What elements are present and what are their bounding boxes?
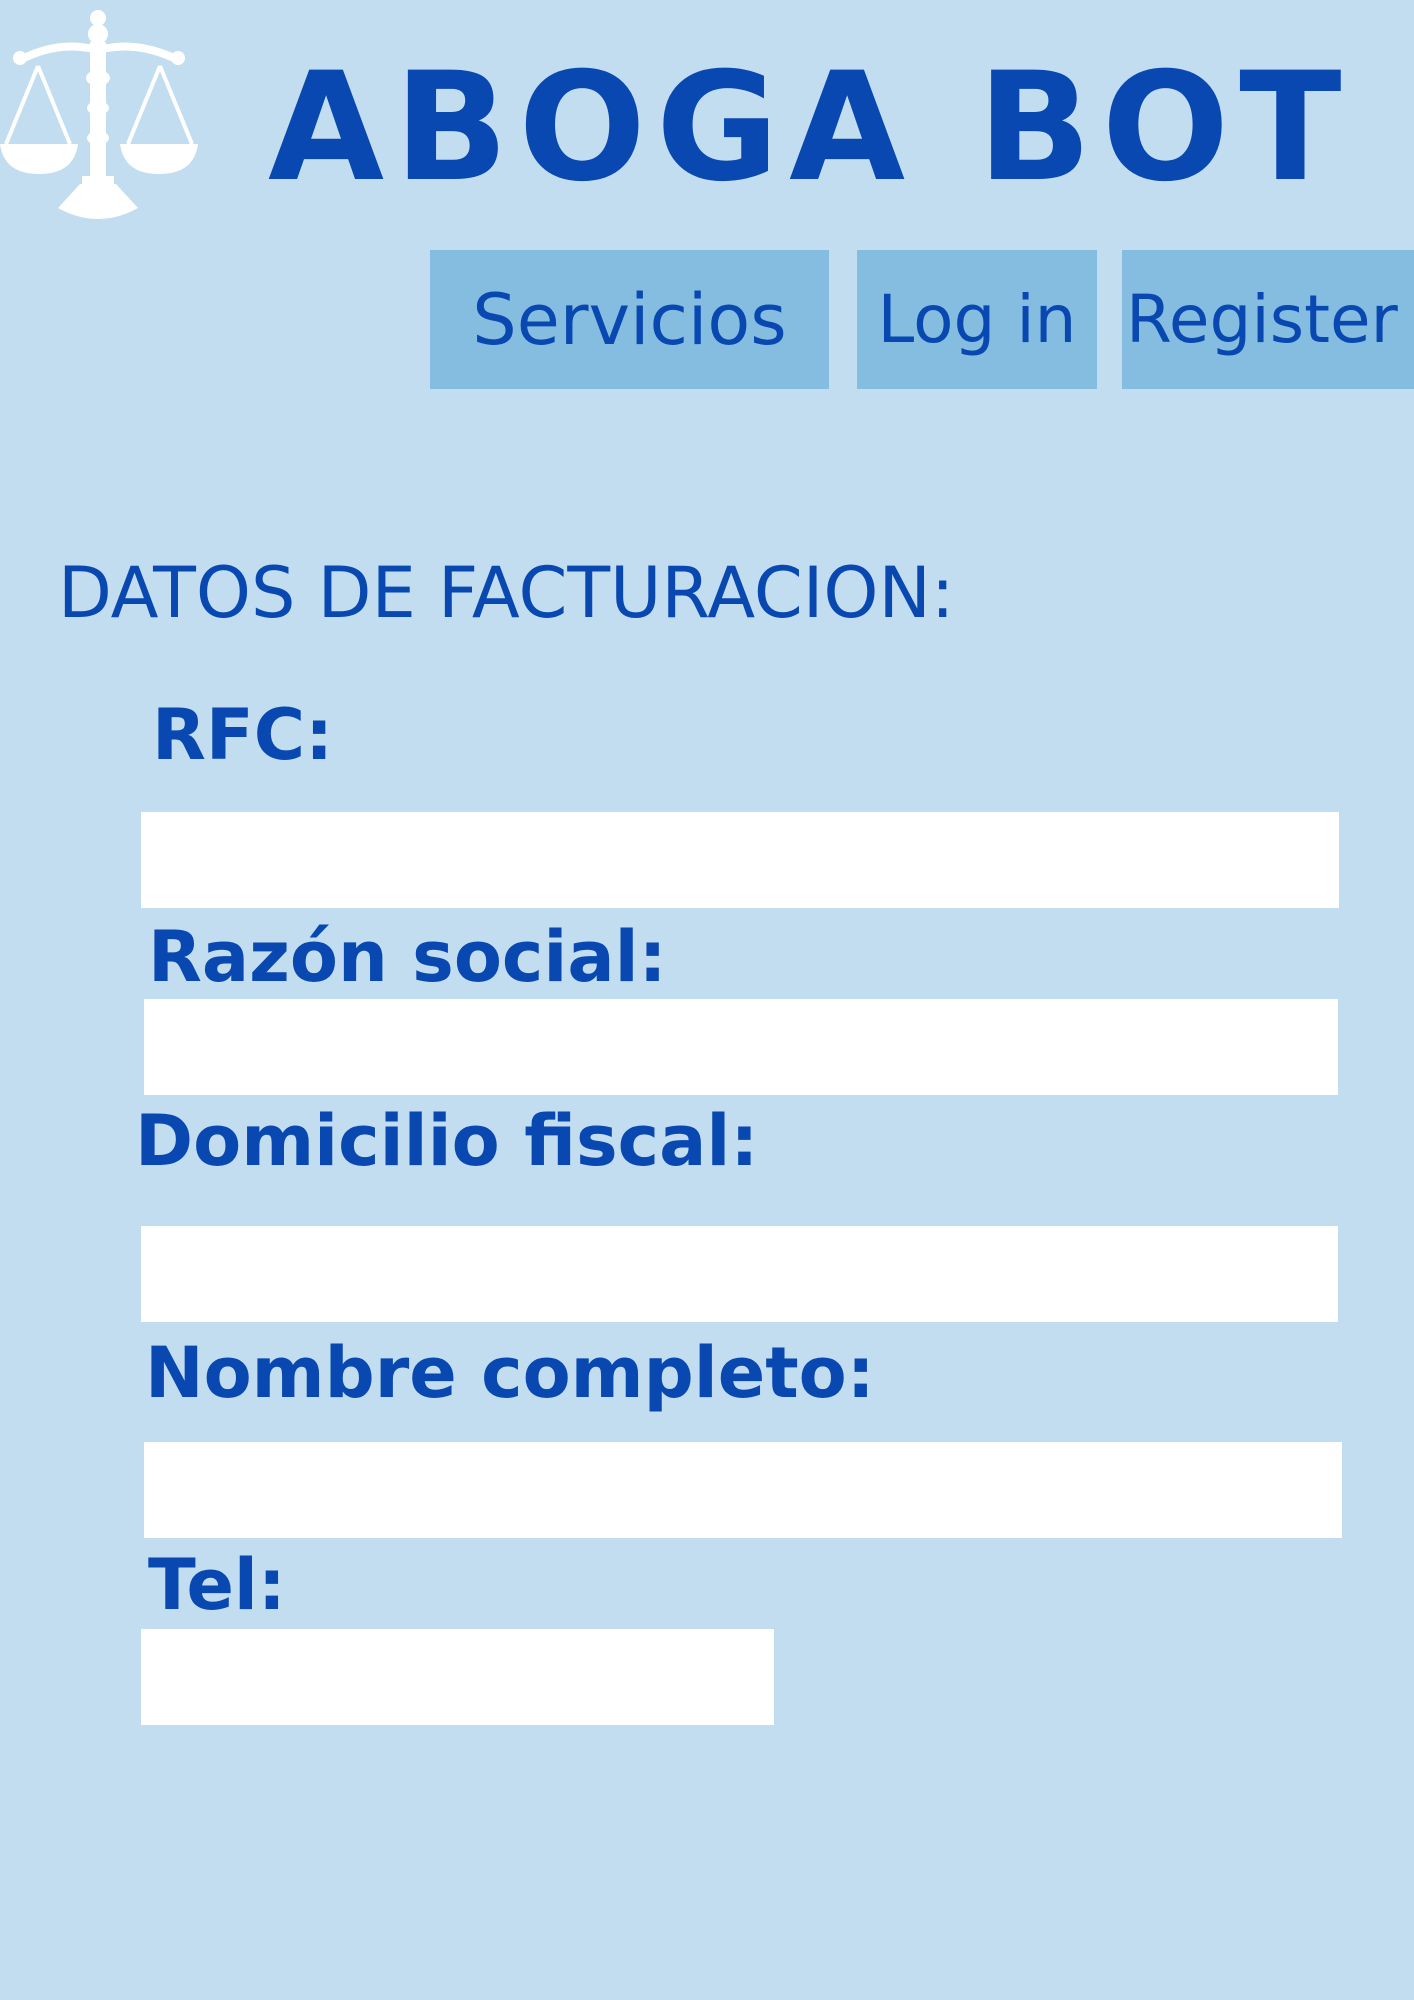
razon-social-label: Razón social: (148, 916, 667, 998)
billing-section-title: DATOS DE FACTURACION: (58, 552, 955, 634)
domicilio-fiscal-input[interactable] (141, 1226, 1338, 1322)
rfc-input[interactable] (141, 812, 1339, 908)
rfc-label: RFC: (152, 694, 334, 776)
nav-register-button[interactable]: Register (1122, 250, 1414, 389)
nav-login-button[interactable]: Log in (857, 250, 1097, 389)
tel-input[interactable] (141, 1629, 774, 1725)
nombre-completo-label: Nombre completo: (145, 1332, 875, 1414)
razon-social-input[interactable] (144, 999, 1338, 1095)
brand-title: ABOGA BOT (268, 41, 1352, 215)
nombre-completo-input[interactable] (144, 1442, 1342, 1538)
tel-label: Tel: (148, 1544, 286, 1626)
nav-servicios-button[interactable]: Servicios (430, 250, 829, 389)
scales-of-justice-icon (0, 10, 198, 219)
domicilio-fiscal-label: Domicilio fiscal: (135, 1100, 759, 1182)
